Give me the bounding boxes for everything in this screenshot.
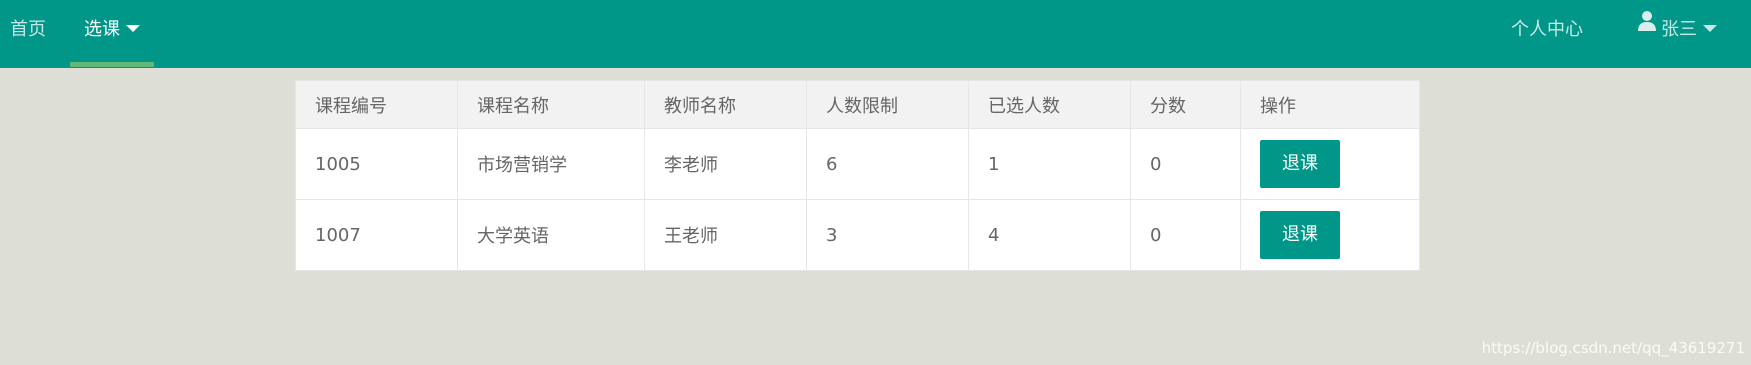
chevron-down-icon	[126, 24, 140, 32]
watermark-text: https://blog.csdn.net/qq_43619271	[1481, 339, 1745, 357]
header-action: 操作	[1240, 80, 1420, 129]
cell-teacher-name: 王老师	[644, 199, 807, 271]
nav-user-menu[interactable]: 张三	[1637, 0, 1717, 68]
cell-course-id: 1007	[295, 199, 458, 271]
header-score: 分数	[1130, 80, 1241, 129]
cell-course-name: 市场营销学	[457, 128, 645, 200]
header-capacity: 人数限制	[806, 80, 969, 129]
cell-score: 0	[1130, 199, 1241, 271]
cell-capacity: 3	[806, 199, 969, 271]
cell-action: 退课	[1240, 199, 1420, 271]
user-icon	[1637, 0, 1657, 57]
table-row: 1005 市场营销学 李老师 6 1 0 退课	[295, 128, 1420, 200]
cell-course-id: 1005	[295, 128, 458, 200]
header-teacher-name: 教师名称	[644, 80, 807, 129]
course-table: 课程编号 课程名称 教师名称 人数限制 已选人数 分数 操作 1005 市场营销…	[295, 80, 1420, 271]
cell-score: 0	[1130, 128, 1241, 200]
user-name: 张三	[1661, 19, 1697, 40]
cell-enrolled: 4	[968, 199, 1131, 271]
nav-personal-center-label: 个人中心	[1511, 19, 1583, 40]
cell-enrolled: 1	[968, 128, 1131, 200]
table-row: 1007 大学英语 王老师 3 4 0 退课	[295, 199, 1420, 271]
cell-action: 退课	[1240, 128, 1420, 200]
drop-course-button[interactable]: 退课	[1260, 211, 1340, 259]
header-enrolled: 已选人数	[968, 80, 1131, 129]
nav-select-label: 选课	[84, 19, 120, 40]
cell-teacher-name: 李老师	[644, 128, 807, 200]
active-tab-indicator	[70, 62, 154, 67]
header-course-name: 课程名称	[457, 80, 645, 129]
top-navigation-bar: 首页 选课 个人中心 张三	[0, 0, 1751, 68]
nav-personal-center[interactable]: 个人中心	[1511, 0, 1583, 68]
nav-select-course[interactable]: 选课	[70, 0, 154, 68]
chevron-down-icon	[1703, 24, 1717, 32]
table-header-row: 课程编号 课程名称 教师名称 人数限制 已选人数 分数 操作	[295, 80, 1420, 129]
drop-course-button[interactable]: 退课	[1260, 140, 1340, 188]
cell-capacity: 6	[806, 128, 969, 200]
header-course-id: 课程编号	[295, 80, 458, 129]
cell-course-name: 大学英语	[457, 199, 645, 271]
nav-home-label: 首页	[10, 19, 46, 40]
nav-home[interactable]: 首页	[10, 0, 46, 68]
course-table-container: 课程编号 课程名称 教师名称 人数限制 已选人数 分数 操作 1005 市场营销…	[295, 80, 1420, 271]
